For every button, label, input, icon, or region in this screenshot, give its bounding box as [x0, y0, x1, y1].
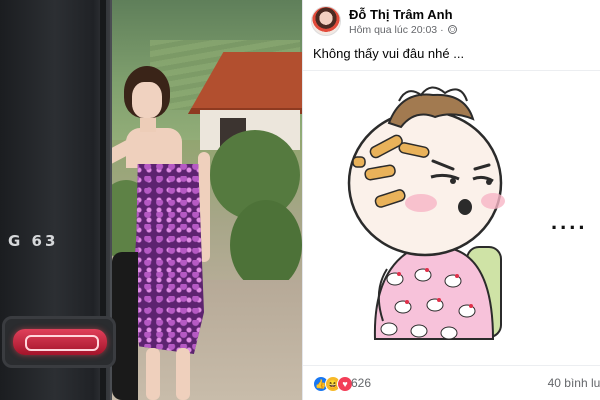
car-model-badge: G 63	[8, 232, 59, 250]
sticker-image[interactable]: ....	[303, 70, 600, 366]
post-header: Đỗ Thị Trâm Anh Hôm qua lúc 20:03 ·	[311, 6, 600, 36]
bush	[230, 200, 302, 290]
comment-count[interactable]: 40 bình luậ	[548, 376, 600, 390]
post-footer: 👍 😆 ♥ 626 40 bình luậ	[303, 370, 600, 400]
woman-leg	[176, 348, 190, 400]
globe-icon	[448, 25, 458, 34]
woman-face	[132, 82, 162, 118]
right-blush	[481, 193, 505, 209]
woman-leg	[146, 348, 160, 400]
trailing-dots: ....	[551, 209, 588, 234]
pouting-mouth	[458, 199, 472, 215]
facebook-post: Đỗ Thị Trâm Anh Hôm qua lúc 20:03 · Khôn…	[302, 0, 600, 400]
author-name[interactable]: Đỗ Thị Trâm Anh	[349, 7, 453, 22]
post-text: Không thấy vui đâu nhé ...	[313, 46, 465, 61]
left-blush	[405, 194, 437, 212]
purple-dress	[132, 164, 204, 354]
post-meta: Hôm qua lúc 20:03 ·	[349, 24, 458, 36]
car-rear: G 63	[0, 0, 116, 400]
cartoon-head	[347, 109, 503, 257]
post-photo[interactable]: G 63	[0, 0, 302, 400]
reaction-count[interactable]: 626	[351, 376, 371, 390]
car-taillight	[2, 316, 116, 368]
avatar[interactable]	[311, 6, 341, 36]
post-timestamp[interactable]: Hôm qua lúc 20:03	[349, 24, 437, 36]
